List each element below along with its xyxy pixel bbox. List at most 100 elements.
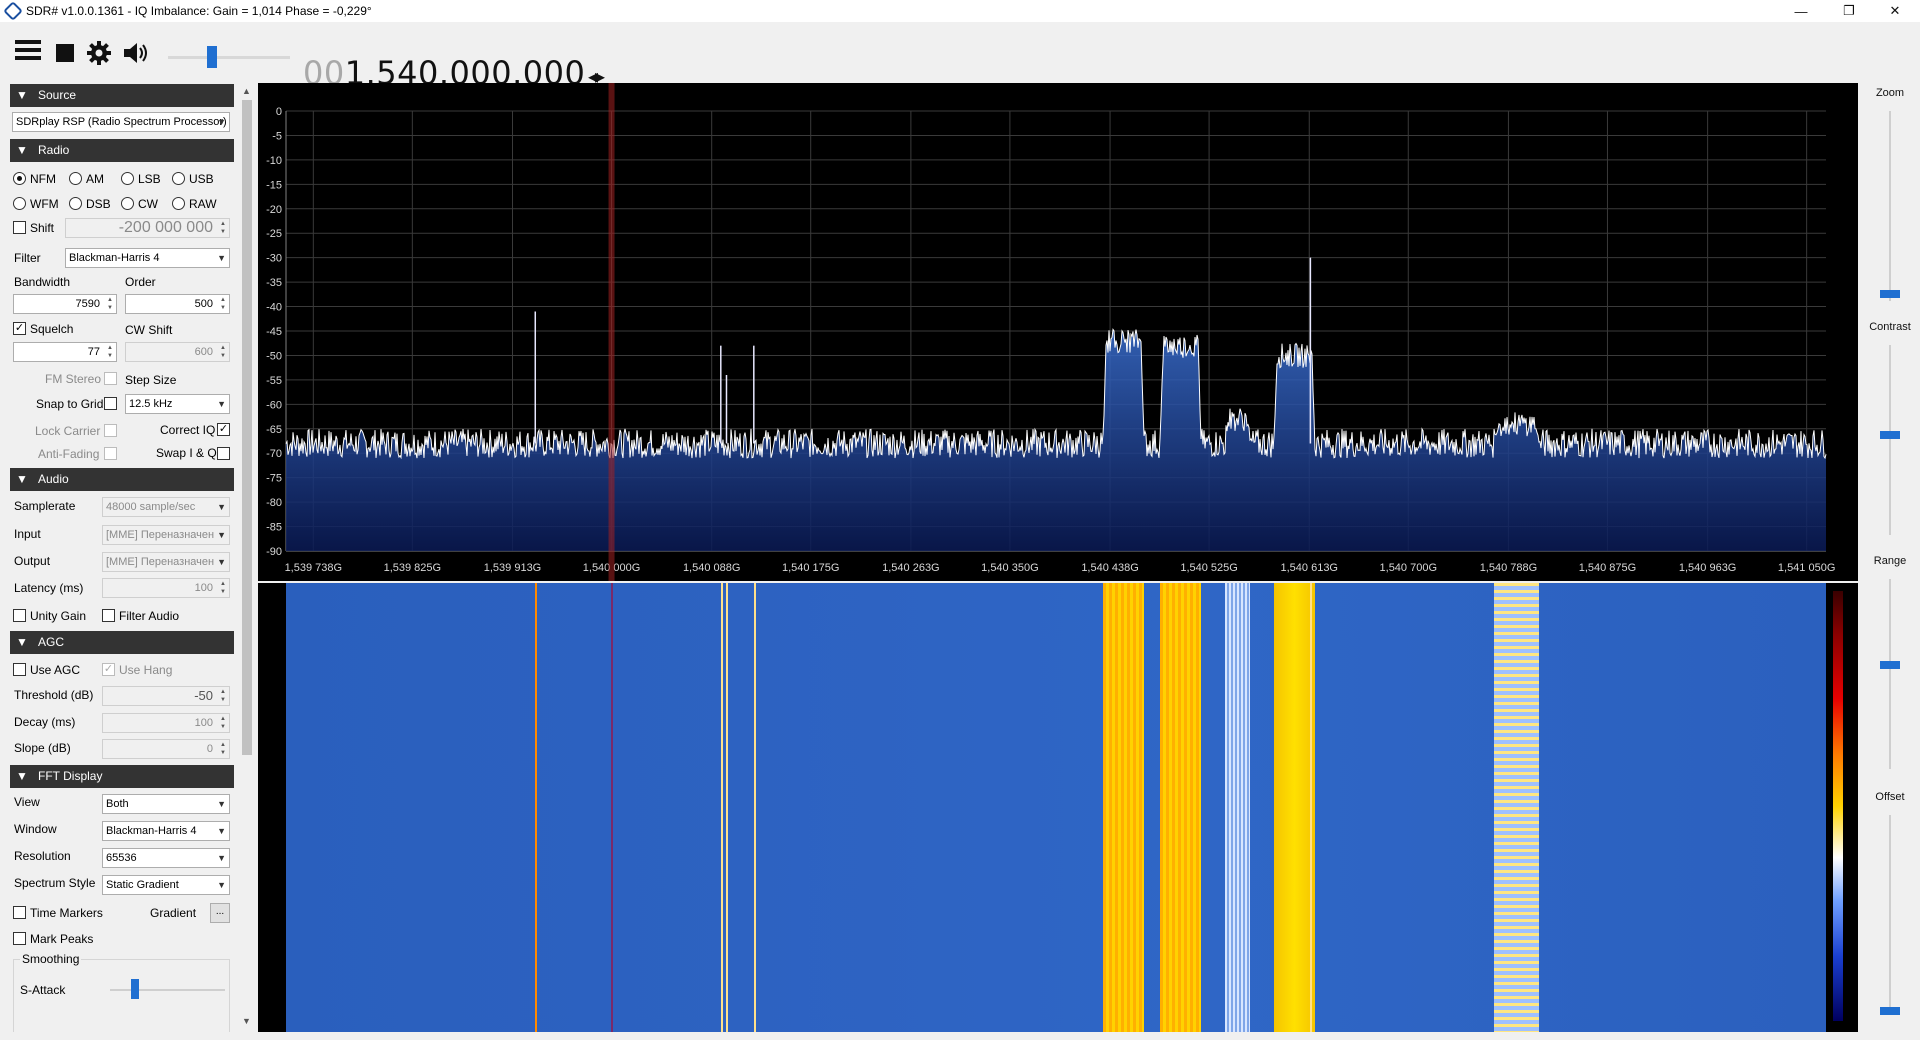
spin-arrows-icon[interactable]: ▲ ▼ (105, 344, 115, 360)
spin-arrows-icon[interactable]: ▲ ▼ (218, 715, 228, 731)
mode-radio-raw[interactable] (172, 197, 185, 210)
offset-slider-thumb[interactable] (1880, 1007, 1900, 1015)
spectrum-plot[interactable]: 0 -5 -10 -15 -20 -25 -30 -35 -40 -45 -50 -55 -60 -65 -… (258, 83, 1858, 581)
window-select[interactable]: Blackman-Harris 4 ▼ (102, 821, 230, 841)
mode-radio-lsb[interactable] (121, 172, 134, 185)
collapse-triangle-icon[interactable]: ▼ (16, 631, 28, 654)
spin-arrows-icon[interactable]: ▲ ▼ (218, 220, 228, 236)
mark-peaks-checkbox[interactable] (13, 932, 26, 945)
order-input[interactable]: 500 ▲ ▼ (125, 294, 230, 314)
spin-arrows-icon[interactable]: ▲ ▼ (218, 688, 228, 704)
mode-radio-cw[interactable] (121, 197, 134, 210)
spin-arrows-icon[interactable]: ▲ ▼ (105, 296, 115, 312)
decay-input[interactable]: 100 ▲ ▼ (102, 713, 230, 733)
agc-section-header[interactable]: ▼ AGC (10, 631, 234, 654)
threshold-input[interactable]: -50 ▲ ▼ (102, 686, 230, 706)
mode-radio-usb[interactable] (172, 172, 185, 185)
source-section-header[interactable]: ▼ Source (10, 84, 234, 107)
volume-slider-track[interactable] (168, 56, 290, 59)
filter-select[interactable]: Blackman-Harris 4 ▼ (65, 248, 230, 268)
anti-fading-checkbox[interactable] (104, 447, 117, 460)
filter-audio-checkbox[interactable] (102, 609, 115, 622)
use-agc-label: Use AGC (30, 663, 81, 677)
zoom-slider-thumb[interactable] (1880, 290, 1900, 298)
y-tick-label: -20 (266, 204, 282, 216)
slope-value: 0 (206, 743, 213, 755)
scrollbar-thumb[interactable] (242, 100, 252, 755)
spin-arrows-icon[interactable]: ▲ ▼ (218, 580, 228, 596)
stop-icon[interactable] (56, 44, 74, 62)
resolution-select[interactable]: 65536 ▼ (102, 848, 230, 868)
spin-arrows-icon[interactable]: ▲ ▼ (218, 741, 228, 757)
audio-input-select[interactable]: [MME] Переназначен ▼ (102, 525, 230, 545)
waterfall-carrier-line (1310, 583, 1313, 1032)
restore-button[interactable]: ❐ (1826, 0, 1872, 22)
slope-input[interactable]: 0 ▲ ▼ (102, 739, 230, 759)
scroll-down-icon[interactable]: ▼ (242, 1016, 251, 1026)
use-agc-checkbox[interactable] (13, 663, 26, 676)
use-hang-checkbox[interactable]: ✓ (102, 663, 115, 676)
mode-label-dsb: DSB (86, 197, 111, 211)
s-attack-slider-thumb[interactable] (131, 979, 139, 999)
unity-gain-checkbox[interactable] (13, 609, 26, 622)
zoom-slider-track[interactable] (1889, 111, 1891, 301)
gradient-button[interactable]: ... (210, 903, 230, 923)
panel-scrollbar[interactable]: ▲ ▼ (240, 84, 254, 1032)
spin-arrows-icon[interactable]: ▲ ▼ (218, 344, 228, 360)
audio-section-header[interactable]: ▼ Audio (10, 468, 234, 491)
swap-iq-label: Swap I & Q (156, 446, 217, 460)
radio-section-header[interactable]: ▼ Radio (10, 139, 234, 162)
fft-display-section-header[interactable]: ▼ FFT Display (10, 765, 234, 788)
fmstereo-checkbox[interactable] (104, 372, 117, 385)
volume-slider-thumb[interactable] (207, 46, 217, 68)
view-select[interactable]: Both ▼ (102, 794, 230, 814)
chevron-down-icon: ▼ (217, 399, 226, 409)
y-tick-label: -10 (266, 155, 282, 167)
collapse-triangle-icon[interactable]: ▼ (16, 765, 28, 788)
close-button[interactable]: ✕ (1872, 0, 1918, 22)
waterfall-canvas[interactable] (286, 583, 1826, 1032)
scroll-up-icon[interactable]: ▲ (242, 86, 251, 96)
shift-checkbox[interactable] (13, 221, 26, 234)
contrast-slider-track[interactable] (1889, 345, 1891, 535)
bandwidth-input[interactable]: 7590 ▲ ▼ (13, 294, 117, 314)
latency-input[interactable]: 100 ▲ ▼ (102, 578, 230, 598)
collapse-triangle-icon[interactable]: ▼ (16, 139, 28, 162)
chevron-down-icon: ▼ (217, 826, 226, 836)
samplerate-select[interactable]: 48000 sample/sec ▼ (102, 497, 230, 517)
collapse-triangle-icon[interactable]: ▼ (16, 84, 28, 107)
s-attack-slider-track[interactable] (110, 989, 225, 991)
spectrum-style-select[interactable]: Static Gradient ▼ (102, 875, 230, 895)
step-size-select[interactable]: 12.5 kHz ▼ (125, 394, 230, 414)
minimize-button[interactable]: — (1778, 0, 1824, 22)
squelch-value: 77 (87, 346, 100, 358)
spin-arrows-icon[interactable]: ▲ ▼ (218, 296, 228, 312)
source-device-select[interactable]: SDRplay RSP (Radio Spectrum Processor) ▼ (12, 112, 230, 132)
contrast-slider-thumb[interactable] (1880, 431, 1900, 439)
waterfall-display[interactable] (258, 583, 1858, 1032)
audio-output-select[interactable]: [MME] Переназначен ▼ (102, 552, 230, 572)
correct-iq-checkbox[interactable]: ✓ (217, 423, 230, 436)
lock-carrier-checkbox[interactable] (104, 424, 117, 437)
squelch-input[interactable]: 77 ▲ ▼ (13, 342, 117, 362)
squelch-checkbox[interactable]: ✓ (13, 322, 26, 335)
gear-icon[interactable] (86, 40, 114, 66)
collapse-triangle-icon[interactable]: ▼ (16, 468, 28, 491)
menu-icon[interactable] (15, 40, 43, 66)
filter-audio-label: Filter Audio (119, 609, 180, 623)
mode-radio-nfm[interactable] (13, 172, 26, 185)
time-markers-checkbox[interactable] (13, 906, 26, 919)
shift-frequency-input[interactable]: -200 000 000 ▲ ▼ (65, 218, 230, 238)
spectrum-analyzer[interactable]: 0 -5 -10 -15 -20 -25 -30 -35 -40 -45 -50 -55 -60 -65 -… (258, 83, 1858, 581)
offset-slider-track[interactable] (1889, 815, 1891, 1015)
speaker-icon[interactable] (122, 40, 150, 66)
mode-radio-am[interactable] (69, 172, 82, 185)
cwshift-input[interactable]: 600 ▲ ▼ (125, 342, 230, 362)
range-slider-track[interactable] (1889, 579, 1891, 769)
snap-to-grid-checkbox[interactable] (104, 397, 117, 410)
waterfall-band (1225, 583, 1251, 1032)
swap-iq-checkbox[interactable] (217, 447, 230, 460)
range-slider-thumb[interactable] (1880, 661, 1900, 669)
mode-radio-wfm[interactable] (13, 197, 26, 210)
mode-radio-dsb[interactable] (69, 197, 82, 210)
